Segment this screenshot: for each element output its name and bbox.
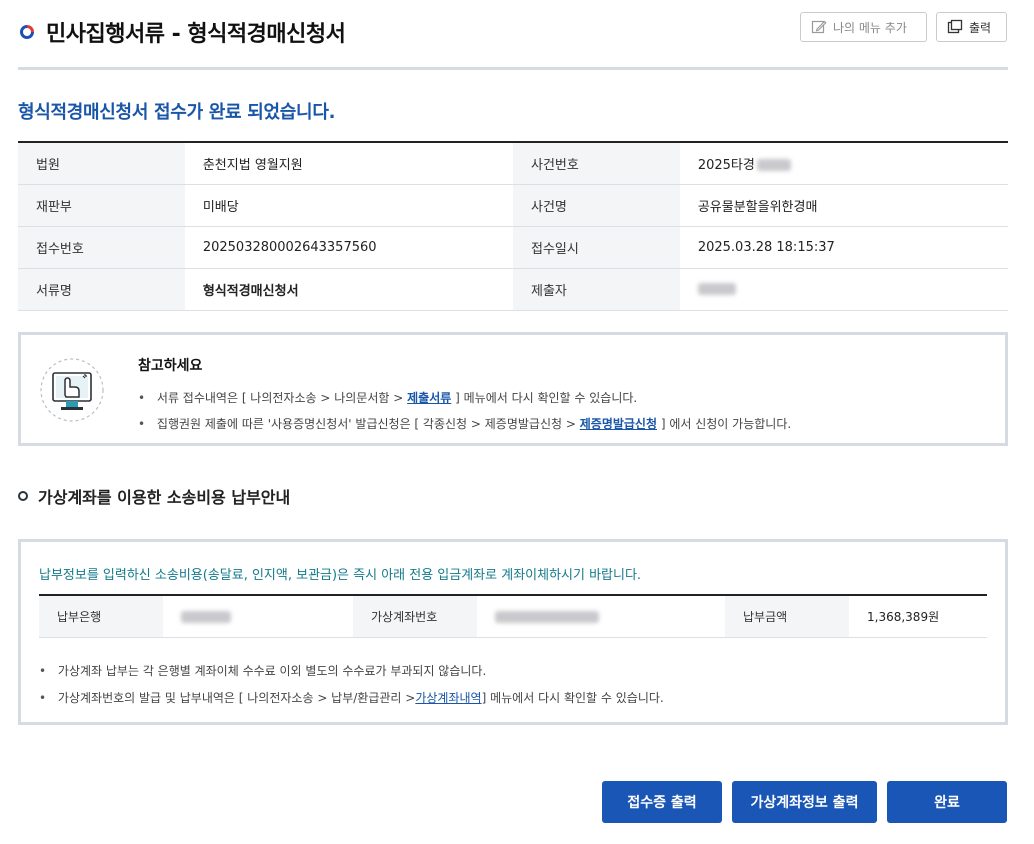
redacted-case-number	[756, 159, 791, 172]
touch-screen-icon	[40, 358, 104, 422]
table-row: 서류명 형식적경매신청서 제출자	[18, 268, 1008, 311]
payment-section-title: 가상계좌를 이용한 소송비용 납부안내	[18, 484, 290, 508]
document-name-label: 서류명	[18, 268, 185, 311]
payment-message: 납부정보를 입력하신 소송비용(송달료, 인지액, 보관금)은 즉시 아래 전용…	[39, 568, 642, 583]
account-number-cell	[477, 595, 725, 638]
table-row: 접수번호 202503280002643357560 접수일시 2025.03.…	[18, 226, 1008, 269]
case-number-label: 사건번호	[512, 142, 680, 185]
print-virtual-account-button[interactable]: 가상계좌정보 출력	[732, 781, 877, 823]
division-label: 재판부	[18, 184, 185, 227]
notice-line2-suffix: ] 에서 신청이 가능합니다.	[657, 417, 792, 431]
receipt-number-value: 202503280002643357560	[184, 226, 513, 269]
payment-note2-suffix: ] 메뉴에서 다시 확인할 수 있습니다.	[481, 691, 664, 705]
virtual-account-table: 납부은행 가상계좌번호 납부금액 1,368,389원	[39, 594, 987, 638]
court-value: 춘천지법 영월지원	[184, 142, 513, 185]
certificate-request-link[interactable]: 제증명발급신청	[580, 417, 657, 431]
list-item: 가상계좌번호의 발급 및 납부내역은 [ 나의전자소송 > 납부/환급관리 >가…	[39, 685, 664, 712]
payment-note2-prefix: 가상계좌번호의 발급 및 납부내역은 [ 나의전자소송 > 납부/환급관리 >	[57, 691, 416, 705]
payment-notes: 가상계좌 납부는 각 은행별 계좌이체 수수료 이외 별도의 수수료가 부과되지…	[39, 658, 664, 712]
virtual-account-history-link[interactable]: 가상계좌내역	[415, 691, 481, 705]
print-icon	[947, 19, 963, 34]
payment-section-title-text: 가상계좌를 이용한 소송비용 납부안내	[38, 488, 291, 507]
bank-label: 납부은행	[39, 595, 163, 638]
table-row: 법원 춘천지법 영월지원 사건번호 2025타경	[18, 142, 1008, 185]
redacted-submitter	[697, 283, 736, 295]
list-item: 집행권원 제출에 따른 '사용증명신청서' 발급신청은 [ 각종신청 > 제증명…	[138, 411, 791, 437]
receipt-date-value: 2025.03.28 18:15:37	[679, 226, 1008, 269]
receipt-date-label: 접수일시	[512, 226, 680, 269]
document-name-value: 형식적경매신청서	[184, 268, 513, 311]
division-value: 미배당	[184, 184, 513, 227]
table-row: 납부은행 가상계좌번호 납부금액 1,368,389원	[39, 595, 987, 638]
section-bullet-icon	[18, 491, 28, 501]
notice-line2-prefix: 집행권원 제출에 따른 '사용증명신청서' 발급신청은 [ 각종신청 > 제증명…	[156, 417, 580, 431]
amount-label: 납부금액	[725, 595, 849, 638]
completion-message: 형식적경매신청서 접수가 완료 되었습니다.	[18, 102, 336, 123]
notice-line1-prefix: 서류 접수내역은 [ 나의전자소송 > 나의문서함 >	[156, 391, 408, 405]
submitter-label: 제출자	[512, 268, 680, 311]
add-my-menu-label: 나의 메뉴 추가	[833, 20, 907, 35]
done-button[interactable]: 완료	[887, 781, 1007, 823]
print-receipt-button[interactable]: 접수증 출력	[602, 781, 722, 823]
bank-cell	[163, 595, 353, 638]
list-item: 서류 접수내역은 [ 나의전자소송 > 나의문서함 > 제출서류 ] 메뉴에서 …	[138, 385, 791, 411]
notice-title: 참고하세요	[138, 358, 203, 374]
notice-list: 서류 접수내역은 [ 나의전자소송 > 나의문서함 > 제출서류 ] 메뉴에서 …	[138, 385, 791, 437]
notice-box: 참고하세요 서류 접수내역은 [ 나의전자소송 > 나의문서함 > 제출서류 ]…	[18, 332, 1008, 446]
print-label: 출력	[969, 20, 992, 35]
case-number-cell: 2025타경	[679, 142, 1008, 185]
page-title: 민사집행서류 - 형식적경매신청서	[46, 22, 346, 47]
payment-note1: 가상계좌 납부는 각 은행별 계좌이체 수수료 이외 별도의 수수료가 부과되지…	[57, 664, 487, 678]
case-number-value: 2025타경	[697, 157, 755, 173]
case-name-value: 공유물분할을위한경매	[679, 184, 1008, 227]
receipt-number-label: 접수번호	[18, 226, 185, 269]
submitter-cell	[679, 268, 1008, 311]
account-number-label: 가상계좌번호	[353, 595, 477, 638]
page-header: 민사집행서류 - 형식적경매신청서 나의 메뉴 추가 출력	[18, 10, 1008, 70]
virtual-account-box: 납부정보를 입력하신 소송비용(송달료, 인지액, 보관금)은 즉시 아래 전용…	[18, 539, 1008, 725]
title-bullet-icon	[20, 25, 34, 39]
redacted-account-number	[495, 610, 599, 623]
add-my-menu-button[interactable]: 나의 메뉴 추가	[800, 12, 927, 42]
edit-icon	[811, 20, 827, 34]
notice-line1-suffix: ] 메뉴에서 다시 확인할 수 있습니다.	[451, 391, 638, 405]
print-button[interactable]: 출력	[936, 12, 1007, 42]
redacted-bank	[181, 610, 231, 623]
table-row: 재판부 미배당 사건명 공유물분할을위한경매	[18, 184, 1008, 227]
case-name-label: 사건명	[512, 184, 680, 227]
submission-info-table: 법원 춘천지법 영월지원 사건번호 2025타경 재판부 미배당 사건명 공유물…	[18, 141, 1008, 311]
submitted-documents-link[interactable]: 제출서류	[407, 391, 451, 405]
court-label: 법원	[18, 142, 185, 185]
amount-value: 1,368,389원	[849, 595, 987, 638]
list-item: 가상계좌 납부는 각 은행별 계좌이체 수수료 이외 별도의 수수료가 부과되지…	[39, 658, 664, 685]
